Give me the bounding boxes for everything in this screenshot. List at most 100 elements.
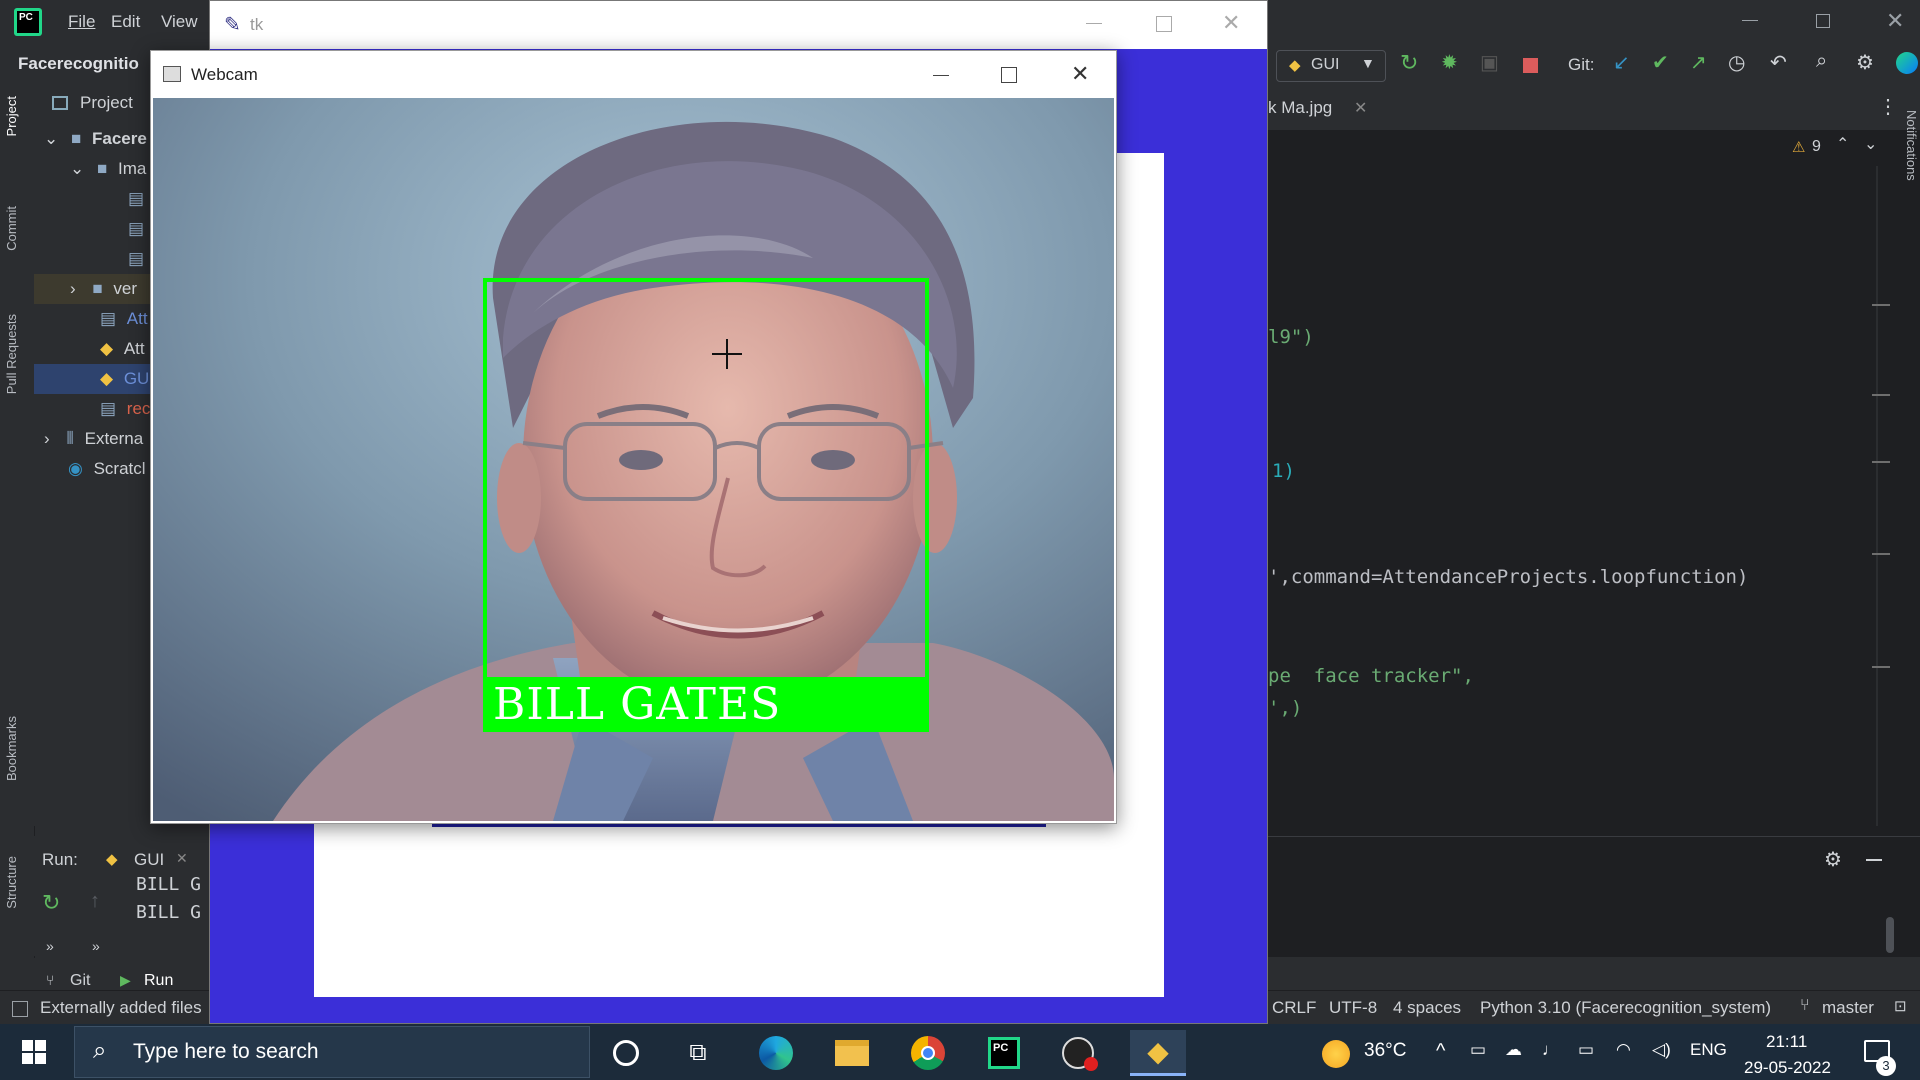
side-tab-pull-requests[interactable]: Pull Requests: [4, 314, 19, 394]
ide-restore-button[interactable]: [1816, 14, 1830, 28]
clock-time[interactable]: 21:11: [1766, 1032, 1807, 1052]
windows-start-icon[interactable]: [22, 1040, 46, 1064]
chrome-browser-icon[interactable]: [904, 1030, 952, 1076]
git-branch[interactable]: master: [1822, 998, 1874, 1018]
rerun-icon[interactable]: ↻: [42, 890, 60, 916]
bottom-tab-run[interactable]: Run: [144, 972, 173, 990]
file-explorer-icon[interactable]: [828, 1030, 876, 1076]
image-file-icon: ▤: [128, 189, 145, 208]
tk-titlebar[interactable]: ✎ tk ✕: [210, 1, 1267, 49]
code-editor[interactable]: l9") 1) ',command=AttendanceProjects.loo…: [1268, 86, 1920, 836]
gear-icon[interactable]: ⚙: [1824, 847, 1842, 872]
run-config-dropdown[interactable]: ◆ GUI ▼: [1276, 50, 1386, 82]
clock-date[interactable]: 29-05-2022: [1744, 1058, 1831, 1078]
menu-file[interactable]: File: [68, 12, 95, 32]
editor-scrollbar[interactable]: [1876, 166, 1878, 826]
menu-edit[interactable]: Edit: [111, 12, 140, 32]
webcam-titlebar[interactable]: Webcam ✕: [151, 51, 1116, 98]
toolbox-icon[interactable]: [1896, 52, 1918, 74]
coverage-icon[interactable]: ▣: [1480, 50, 1499, 75]
project-name[interactable]: Facerecognitio: [18, 54, 139, 74]
expand-icon[interactable]: »: [46, 938, 54, 954]
warning-count[interactable]: 9: [1812, 138, 1821, 156]
minimize-panel-icon[interactable]: [1866, 859, 1882, 861]
webcam-minimize-button[interactable]: [933, 75, 949, 76]
edge-browser-icon[interactable]: [752, 1030, 800, 1076]
scratch-icon: ◉: [68, 459, 83, 478]
onedrive-cloud-icon[interactable]: ☁: [1505, 1040, 1522, 1060]
search-placeholder: Type here to search: [133, 1040, 319, 1063]
search-icon[interactable]: ⌕: [1816, 50, 1827, 73]
git-commit-icon[interactable]: ✔: [1652, 50, 1669, 75]
tk-close-button[interactable]: ✕: [1222, 10, 1240, 36]
editor-tabs: k Ma.jpg ✕ ⋮ ⚠ 9 ⌃ ⌄: [1268, 86, 1920, 156]
task-view-icon[interactable]: ⧉: [674, 1030, 722, 1076]
cortana-icon[interactable]: [602, 1030, 650, 1076]
rollback-icon[interactable]: ↶: [1770, 50, 1787, 75]
gear-icon[interactable]: ⚙: [1856, 50, 1874, 75]
python-interpreter[interactable]: Python 3.10 (Facerecognition_system): [1480, 998, 1771, 1018]
taskbar-search-box[interactable]: ⌕ Type here to search: [74, 1026, 590, 1078]
weather-sun-icon[interactable]: [1322, 1040, 1350, 1068]
webcam-close-button[interactable]: ✕: [1071, 61, 1089, 87]
project-tab-label[interactable]: Project: [80, 93, 133, 113]
image-file-icon: ▤: [128, 219, 145, 238]
debug-icon[interactable]: ✹: [1441, 50, 1458, 75]
tk-minimize-button[interactable]: [1086, 23, 1102, 24]
webcam-maximize-button[interactable]: [1001, 67, 1017, 83]
code-line: pe face tracker",: [1268, 665, 1474, 687]
run-icon: ▶: [120, 972, 131, 988]
chevron-down-icon: ⌄: [44, 129, 59, 148]
bottom-tab-git[interactable]: Git: [70, 972, 90, 990]
history-icon[interactable]: ◷: [1728, 50, 1745, 75]
obs-studio-icon[interactable]: [1054, 1030, 1102, 1076]
ide-close-button[interactable]: ✕: [1886, 8, 1904, 34]
chevron-up-icon[interactable]: ⌃: [1836, 134, 1849, 154]
side-tab-project[interactable]: Project: [4, 96, 19, 136]
pycharm-taskbar-icon[interactable]: PC: [980, 1030, 1028, 1076]
battery-icon[interactable]: ▭: [1578, 1040, 1594, 1060]
menu-view[interactable]: View: [161, 12, 198, 32]
more-icon[interactable]: ⋮: [1878, 94, 1898, 119]
editor-tab-label[interactable]: k Ma.jpg: [1268, 98, 1332, 118]
file-encoding[interactable]: UTF-8: [1329, 998, 1377, 1018]
run-console[interactable]: ⚙: [1268, 836, 1920, 957]
language-indicator[interactable]: ENG: [1690, 1040, 1727, 1060]
scroll-up-icon[interactable]: ↑: [90, 890, 100, 913]
run-panel: Run: ◆ GUI ✕ ↻ ↑ BILL G BILL G » »: [34, 836, 209, 956]
close-icon[interactable]: ✕: [1354, 98, 1367, 118]
file-icon: ▤: [100, 309, 117, 328]
python-taskbar-icon[interactable]: ◆: [1130, 1030, 1186, 1076]
close-icon[interactable]: ✕: [176, 850, 188, 867]
detected-name-label: BILL GATES: [493, 679, 782, 730]
git-branch-icon: ⑂: [1800, 997, 1810, 1014]
git-update-icon[interactable]: ↙: [1613, 50, 1630, 75]
stop-icon[interactable]: [1523, 58, 1538, 73]
rerun-icon[interactable]: ↻: [1400, 50, 1418, 76]
tk-maximize-button[interactable]: [1156, 16, 1172, 32]
console-scrollbar[interactable]: [1886, 917, 1894, 953]
folder-icon: ■: [70, 129, 82, 148]
lock-icon[interactable]: ⊡: [1894, 997, 1907, 1015]
indent-setting[interactable]: 4 spaces: [1393, 998, 1461, 1018]
status-message[interactable]: Externally added files: [40, 998, 202, 1018]
volume-icon[interactable]: ◁): [1652, 1040, 1671, 1060]
webcam-feed[interactable]: BILL GATES: [153, 98, 1114, 821]
side-tab-commit[interactable]: Commit: [4, 206, 19, 251]
expand-icon[interactable]: »: [92, 938, 100, 954]
chevron-down-icon[interactable]: ⌄: [1864, 134, 1877, 154]
side-tab-bookmarks[interactable]: Bookmarks: [4, 716, 19, 781]
chevron-up-icon[interactable]: ^: [1436, 1040, 1445, 1063]
line-separator[interactable]: CRLF: [1272, 998, 1316, 1018]
run-tab-gui[interactable]: GUI: [134, 850, 164, 870]
meet-now-icon[interactable]: ▭: [1470, 1040, 1486, 1060]
webcam-window: Webcam ✕ BILL GATES: [150, 50, 1117, 824]
microphone-icon[interactable]: ♩: [1542, 1040, 1559, 1060]
ide-minimize-button[interactable]: [1742, 20, 1758, 21]
status-panel-icon[interactable]: [12, 1001, 28, 1017]
side-tab-structure[interactable]: Structure: [4, 856, 19, 909]
git-push-icon[interactable]: ↗: [1690, 50, 1707, 75]
wifi-icon[interactable]: ◠: [1616, 1040, 1631, 1060]
notifications-tab[interactable]: Notifications: [1904, 110, 1919, 181]
temperature[interactable]: 36°C: [1364, 1040, 1406, 1062]
